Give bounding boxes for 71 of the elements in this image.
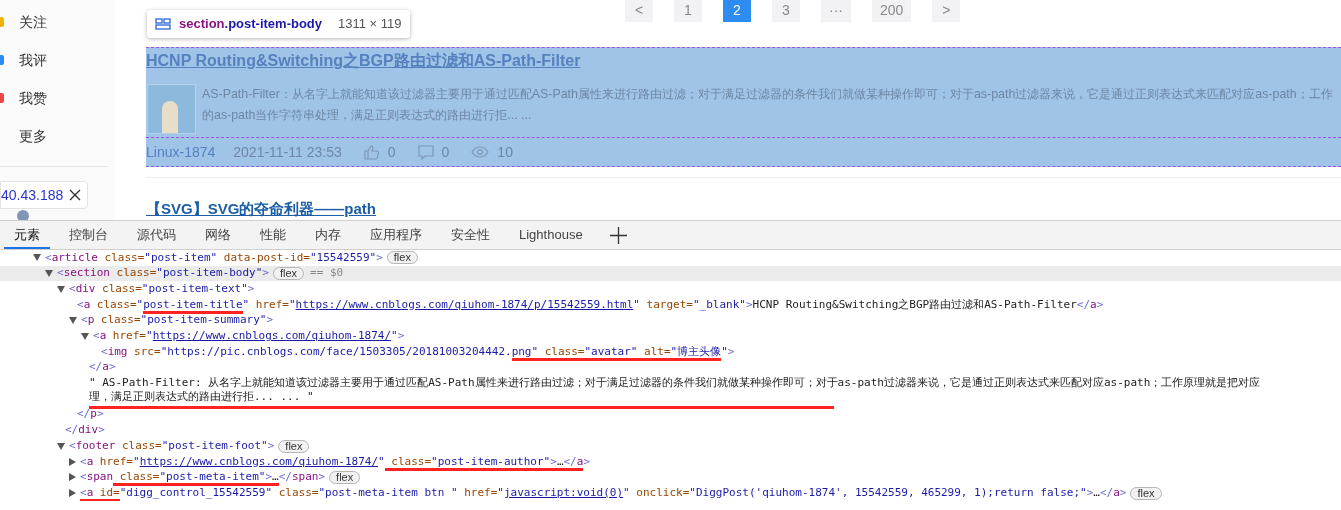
- devtools-tab[interactable]: 应用程序: [360, 221, 432, 249]
- post-title-link[interactable]: 【SVG】SVG的夺命利器——path: [146, 200, 377, 217]
- devtools-tab[interactable]: 安全性: [441, 221, 500, 249]
- url-link[interactable]: https://www.cnblogs.com/qiuhom-1874/p/15542559.html: [295, 297, 634, 311]
- dom-line-text: <footer class="post-item-foot">: [69, 437, 275, 454]
- eye-icon: [471, 146, 490, 158]
- dom-line-text: <p class="post-item-summary">: [81, 312, 274, 329]
- dom-line-text: <a id="digg_control_15542559" class="post-meta-item btn " href="javascript:void(0)" onclick="DiggPost('qiuhom-1874', 15542559, 465299, 1);return false;">…</a>: [80, 484, 1127, 501]
- devtools-tab[interactable]: Lighthouse: [509, 221, 593, 249]
- dom-tree-row[interactable]: <a class="post-item-title" href="https://www.cnblogs.com/qiuhom-1874/p/15542559.html" target="_blank">HCNP Routing&Switching之BGP路由过滤和AS-Path-Filter</a>: [0, 297, 1341, 313]
- close-icon: [69, 189, 81, 201]
- flex-badge[interactable]: flex: [329, 470, 361, 484]
- dom-tree-row[interactable]: </p>: [0, 406, 1341, 423]
- flex-badge[interactable]: flex: [272, 267, 305, 281]
- dom-line-text: <section class="post-item-body">: [57, 265, 269, 282]
- plus-icon: [609, 226, 627, 244]
- dom-tree-row[interactable]: <article class="post-item" data-post-id="15542559"> flex: [0, 250, 1341, 266]
- view-count: 10: [497, 142, 513, 162]
- dom-tree-row[interactable]: <p class="post-item-summary">: [0, 312, 1341, 329]
- dom-line-text: <a href="https://www.cnblogs.com/qiuhom-1874/">: [93, 328, 405, 345]
- like-count: 0: [387, 142, 396, 162]
- devtools-tab[interactable]: 控制台: [59, 221, 118, 249]
- dom-tree-row[interactable]: </a>: [0, 359, 1341, 376]
- dom-tree-row[interactable]: 理，满足正则表达式的路由进行拒... ... ": [0, 391, 1341, 407]
- dom-line-text: <a href="https://www.cnblogs.com/qiuhom-1874/" class="post-item-author">…</a>: [80, 453, 590, 471]
- dom-tree-row[interactable]: <img src="https://pic.cnblogs.com/face/1503305/20181003204442.png" class="avatar" alt="博主头像">: [0, 344, 1341, 360]
- devtools-tab[interactable]: 网络: [195, 221, 241, 249]
- comment-count: 0: [441, 142, 450, 162]
- dom-tree-row[interactable]: <span class="post-meta-item">…</span> flex: [0, 469, 1341, 486]
- sidebar-item[interactable]: 我评: [19, 49, 47, 71]
- selected-marker: == $0: [310, 265, 344, 282]
- layout-icon: [155, 18, 171, 30]
- thumbs-up-icon: [363, 144, 380, 160]
- dom-line-text: <article class="post-item" data-post-id="15542559">: [45, 250, 383, 266]
- devtools-tab[interactable]: 内存: [305, 221, 351, 249]
- sidebar-item[interactable]: 我赞: [19, 87, 47, 109]
- text-node-line: " AS-Path-Filter: 从名字上就能知道该过滤器主要用于通过匹配AS-Path属性来进行路由过滤；对于满足过滤器的条件我们就做某种操作即可；对于as-path过滤器来说，它是通过正则表达式来匹配对应as-path；工作原理就是把对应: [89, 375, 1261, 391]
- dom-tree-row[interactable]: " AS-Path-Filter: 从名字上就能知道该过滤器主要用于通过匹配AS-Path属性来进行路由过滤；对于满足过滤器的条件我们就做某种操作即可；对于as-path过滤器来说，它是通过正则表达式来匹配对应as-path；工作原理就是把对应: [0, 375, 1341, 392]
- devtools-tab[interactable]: 元素: [4, 221, 50, 249]
- text-node-line: 理，满足正则表达式的路由进行拒... ... ": [89, 389, 834, 409]
- dom-line-text: </a>: [89, 359, 116, 376]
- dom-tree-row[interactable]: <div class="post-item-text">: [0, 281, 1341, 298]
- devtools-tab[interactable]: 源代码: [127, 221, 186, 249]
- element-selector: section.post-item-body: [179, 15, 322, 34]
- sidebar-item[interactable]: 更多: [19, 125, 47, 147]
- dom-line-text: <img src="https://pic.cnblogs.com/face/1503305/20181003204442.png" class="avatar" alt="博主头像">: [101, 343, 735, 361]
- dom-tree-row[interactable]: <a id="digg_control_15542559" class="post-meta-item btn " href="javascript:void(0)" onclick="DiggPost('qiuhom-1874', 15542559, 465299, 1);return false;">…</a> flex: [0, 485, 1341, 501]
- flex-badge[interactable]: flex: [1130, 486, 1162, 500]
- post-date: 2021-11-11 23:53: [233, 142, 342, 162]
- ip-address: 40.43.188: [1, 188, 64, 202]
- dom-tree-row[interactable]: <footer class="post-item-foot"> flex: [0, 438, 1341, 454]
- dom-tree-row[interactable]: <section class="post-item-body"> flex == $0: [0, 265, 1341, 282]
- sidebar-item[interactable]: 关注: [19, 11, 47, 33]
- devtools-tab[interactable]: 性能: [250, 221, 296, 249]
- dom-tree-row[interactable]: <a href="https://www.cnblogs.com/qiuhom-1874/" class="post-item-author">…</a>: [0, 453, 1341, 470]
- summary-text: 的as-path当作字符串处理，满足正则表达式的路由进行拒... ...: [202, 107, 533, 124]
- element-size: 1311 × 119: [338, 15, 402, 34]
- dom-line-text: </div>: [65, 422, 105, 439]
- dom-line-text: <span class="post-meta-item">…</span>: [80, 469, 326, 486]
- dom-line-text: <a class="post-item-title" href="https://www.cnblogs.com/qiuhom-1874/p/15542559.html" target="_blank">HCNP Routing&Switching之BGP路由过滤和AS-Path-Filter</a>: [77, 296, 1104, 314]
- dom-tree-row[interactable]: </div>: [0, 422, 1341, 439]
- url-link[interactable]: javascript:void(0): [503, 485, 624, 499]
- flex-badge[interactable]: flex: [278, 439, 310, 453]
- flex-badge[interactable]: flex: [386, 251, 418, 265]
- url-link[interactable]: https://www.cnblogs.com/qiuhom-1874/: [139, 454, 379, 468]
- dom-line-text: </p>: [77, 406, 104, 423]
- dom-tree-row[interactable]: <a href="https://www.cnblogs.com/qiuhom-1874/">: [0, 328, 1341, 345]
- url-link[interactable]: https://www.cnblogs.com/qiuhom-1874/: [152, 329, 392, 343]
- avatar-placeholder: [147, 84, 196, 134]
- comment-icon: [417, 144, 434, 160]
- dom-line-text: <div class="post-item-text">: [69, 280, 255, 297]
